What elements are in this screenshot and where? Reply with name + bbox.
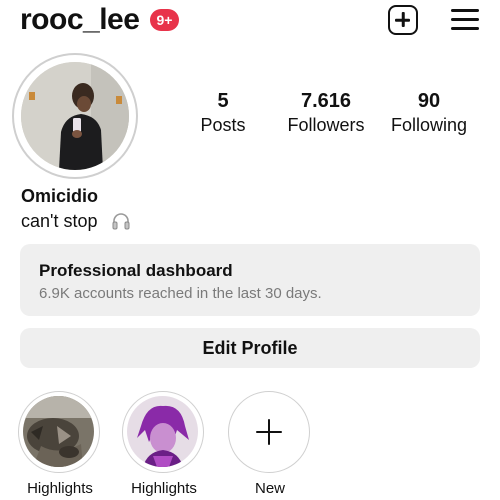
- plus-icon: [256, 419, 282, 445]
- professional-dashboard-card[interactable]: Professional dashboard 6.9K accounts rea…: [20, 244, 480, 316]
- avatar-photo: [21, 62, 129, 170]
- posts-count: 5: [217, 90, 229, 112]
- stat-following[interactable]: 90 Following: [383, 90, 475, 136]
- profile-avatar[interactable]: [21, 62, 129, 170]
- dashboard-subtitle: 6.9K accounts reached in the last 30 day…: [39, 285, 322, 302]
- menu-line: [451, 27, 479, 30]
- create-post-icon[interactable]: [388, 5, 418, 35]
- menu-line: [451, 18, 479, 21]
- cat-photo: [23, 396, 94, 467]
- highlight-ring: [122, 391, 204, 473]
- highlight-item[interactable]: Highlights: [122, 391, 206, 497]
- new-highlight-button[interactable]: New: [228, 391, 312, 497]
- following-label: Following: [390, 115, 468, 135]
- username-title[interactable]: rooc_lee: [20, 3, 140, 37]
- highlight-ring: [18, 391, 100, 473]
- followers-label: Followers: [287, 115, 365, 135]
- highlight-label: Highlights: [27, 480, 93, 497]
- stat-posts[interactable]: 5 Posts: [193, 90, 253, 136]
- new-highlight-ring: [228, 391, 310, 473]
- display-name: Omicidio: [21, 186, 99, 206]
- following-count: 90: [417, 90, 441, 112]
- edit-profile-button[interactable]: Edit Profile: [20, 328, 480, 368]
- notification-badge[interactable]: 9+: [150, 9, 179, 31]
- top-bar: rooc_lee 9+: [0, 0, 500, 44]
- menu-line: [451, 9, 479, 12]
- hamburger-menu-icon[interactable]: [451, 8, 479, 30]
- new-highlight-label: New: [254, 480, 285, 497]
- bio-text: can't stop: [21, 211, 98, 231]
- followers-count: 7.616: [300, 90, 352, 112]
- stat-followers[interactable]: 7.616 Followers: [280, 90, 372, 136]
- profile-avatar-ring[interactable]: [12, 53, 138, 179]
- posts-label: Posts: [200, 115, 246, 135]
- dashboard-title: Professional dashboard: [39, 261, 233, 280]
- highlight-cover: [127, 396, 198, 467]
- headphones-icon: [112, 213, 130, 230]
- purple-portrait: [127, 396, 198, 467]
- highlight-item[interactable]: Highlights: [18, 391, 102, 497]
- highlight-label: Highlights: [131, 480, 197, 497]
- highlight-cover: [23, 396, 94, 467]
